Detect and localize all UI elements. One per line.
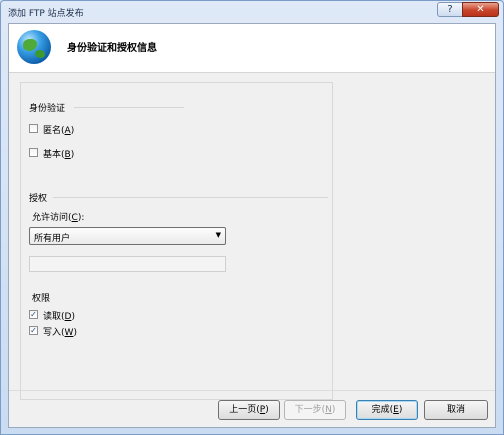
anonymous-label: 匿名(A) xyxy=(43,126,75,136)
access-label: 允许访问(C): xyxy=(32,213,85,223)
permissions-title: 权限 xyxy=(32,294,51,304)
authorization-group-title: 授权 xyxy=(29,194,48,204)
page-title: 身份验证和授权信息 xyxy=(67,43,157,54)
chevron-down-icon: ▼ xyxy=(215,231,221,239)
access-dropdown-value: 所有用户 xyxy=(34,234,71,244)
prev-button[interactable]: 上一页(P) xyxy=(218,400,280,420)
wizard-header: 身份验证和授权信息 xyxy=(9,24,495,73)
cancel-button[interactable]: 取消 xyxy=(424,400,488,420)
write-label: 写入(W) xyxy=(43,328,77,338)
globe-icon xyxy=(17,30,51,64)
divider xyxy=(74,107,184,108)
window-title: 添加 FTP 站点发布 xyxy=(8,9,84,19)
basic-checkbox[interactable] xyxy=(29,148,38,157)
close-button[interactable]: ✕ xyxy=(462,2,499,17)
read-label: 读取(D) xyxy=(43,312,75,322)
dialog-client-area: 身份验证和授权信息 身份验证 匿名(A) 基本(B) 授权 允许访问(C): 所… xyxy=(8,23,496,428)
write-checkbox[interactable]: ✓ xyxy=(29,326,38,335)
read-checkbox[interactable]: ✓ xyxy=(29,310,38,319)
anonymous-checkbox[interactable] xyxy=(29,124,38,133)
help-button[interactable]: ? xyxy=(437,2,463,17)
finish-button[interactable]: 完成(E) xyxy=(356,400,418,420)
access-dropdown[interactable]: 所有用户 ▼ xyxy=(29,227,226,245)
dialog-window: 添加 FTP 站点发布 ? ✕ 身份验证和授权信息 身份验证 匿名(A) 基本(… xyxy=(0,0,504,435)
authentication-group-title: 身份验证 xyxy=(29,104,66,114)
access-users-input[interactable] xyxy=(29,256,226,272)
divider xyxy=(53,197,328,198)
basic-label: 基本(B) xyxy=(43,150,75,160)
footer-divider xyxy=(9,390,495,391)
settings-panel: 身份验证 匿名(A) 基本(B) 授权 允许访问(C): 所有用户 ▼ 权限 ✓… xyxy=(20,82,333,400)
next-button[interactable]: 下一步(N) xyxy=(284,400,346,420)
title-bar[interactable]: 添加 FTP 站点发布 ? ✕ xyxy=(1,1,503,23)
